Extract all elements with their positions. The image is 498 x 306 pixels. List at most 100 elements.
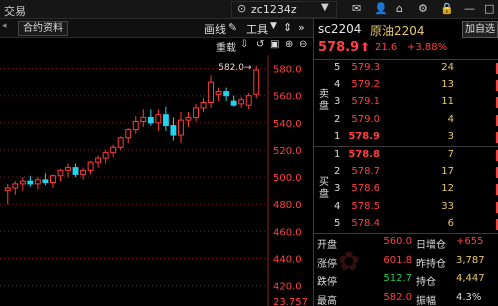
level-price: 578.9: [348, 130, 380, 142]
level-volume: 24: [441, 62, 454, 73]
stat-value: 4,447: [456, 273, 485, 284]
candle-body: [117, 137, 124, 148]
level-index: 4: [334, 79, 341, 91]
zoom-in-icon[interactable]: ⊕: [285, 39, 293, 50]
level-price: 579.1: [351, 96, 380, 108]
ask-row[interactable]: 5 579.3 24: [314, 60, 498, 77]
level-index: 1: [334, 130, 341, 142]
bid-row[interactable]: 1 578.8 7: [314, 147, 498, 164]
candle-body: [245, 95, 252, 106]
contract-info-tab[interactable]: 合约资料: [18, 21, 68, 36]
ask-row[interactable]: 4 579.2 13: [314, 77, 498, 94]
candle-body: [72, 167, 79, 175]
bid-row[interactable]: 5 578.4 6: [314, 216, 498, 233]
fit-icon[interactable]: ▣: [270, 39, 279, 50]
candle-body: [230, 100, 237, 106]
candle-body: [155, 114, 162, 124]
level-price: 578.4: [351, 217, 380, 229]
menu-trade[interactable]: 交易: [4, 3, 26, 19]
mail-icon[interactable]: ✉: [352, 2, 361, 15]
candle-body: [132, 120, 139, 131]
candle-body: [34, 179, 41, 185]
chart-header-bar: ◂ 合约资料 画线 ✎ 工具 ▼ ⇕ »: [0, 19, 313, 38]
level-volume: 11: [441, 96, 454, 108]
stat-value: 3,787: [456, 254, 485, 266]
stat-value: +655: [456, 236, 484, 247]
tools-dropdown-icon[interactable]: ▼: [270, 21, 277, 31]
minimize-icon[interactable]: —: [464, 2, 475, 15]
candle-body: [238, 99, 245, 105]
tools-button[interactable]: 工具: [246, 21, 268, 37]
candle-body: [87, 161, 94, 171]
expand-icon[interactable]: ⇕: [283, 21, 292, 34]
candle-body: [223, 91, 230, 97]
candle-body: [170, 125, 177, 136]
ask-row[interactable]: 1 578.9 3: [314, 129, 498, 146]
level-index: 2: [334, 166, 341, 178]
bottom-value-label: 23.757: [273, 297, 308, 306]
level-price: 578.5: [351, 200, 380, 212]
candle-body: [200, 101, 207, 109]
level-volume: 33: [441, 200, 454, 212]
add-watchlist-button[interactable]: 加自选: [462, 21, 498, 38]
search-icon[interactable]: ⊙: [237, 2, 246, 15]
chart-annotations: 582.0→: [218, 63, 252, 73]
level-price: 578.8: [348, 149, 380, 160]
stat-label: 跌停: [317, 277, 337, 288]
draw-line-button[interactable]: 画线: [204, 21, 226, 37]
level-volume: 7: [447, 149, 454, 160]
candle-body: [80, 169, 87, 175]
last-price: 578.9: [318, 40, 360, 55]
candle-body: [102, 152, 109, 159]
stat-label: 持仓: [416, 277, 436, 288]
y-tick-label: 420.0: [273, 282, 302, 293]
candle-body: [12, 183, 19, 189]
price-change-pct: +3.88%: [407, 42, 448, 53]
level-index: 4: [334, 200, 341, 212]
ask-row[interactable]: 3 579.1 11: [314, 94, 498, 111]
zoom-out-icon[interactable]: ⊖: [299, 39, 307, 50]
chevron-down-icon[interactable]: ▼: [321, 2, 329, 13]
y-tick-label: 500.0: [273, 173, 302, 184]
settings-icon[interactable]: ⚙: [418, 2, 428, 15]
candle-body: [185, 116, 192, 121]
ask-row[interactable]: 2 579.0 4: [314, 112, 498, 129]
candle-body: [95, 157, 102, 163]
undo-icon[interactable]: ↺: [256, 39, 264, 50]
bid-row[interactable]: 2 578.7 17: [314, 164, 498, 181]
home-icon[interactable]: ⌂: [396, 2, 403, 15]
level-volume: 12: [441, 183, 454, 195]
stat-label: 开盘: [317, 240, 337, 251]
pencil-icon[interactable]: ✎: [228, 21, 237, 34]
level-volume: 4: [447, 113, 454, 125]
level-price: 579.0: [351, 113, 380, 125]
level-index: 3: [334, 96, 341, 108]
level-index: 3: [334, 183, 341, 195]
contract-code: sc2204: [318, 22, 362, 36]
maximize-icon[interactable]: □: [484, 2, 494, 15]
stat-row: 最高 582.0 振幅 4.3%: [314, 290, 498, 306]
stat-label: 振幅: [416, 295, 436, 306]
y-tick-label: 440.0: [273, 255, 302, 266]
back-arrow-icon[interactable]: ◂: [2, 21, 7, 31]
level-index: 5: [334, 62, 341, 73]
search-input[interactable]: zc1234z: [251, 3, 297, 16]
candlestick-chart[interactable]: 580.0 560.0 540.0 520.0 500.0 480.0 460.0 440.0…: [0, 55, 313, 306]
lock-icon[interactable]: 🔒: [440, 2, 454, 15]
stat-label: 最高: [317, 295, 337, 306]
reload-button[interactable]: 重载: [216, 39, 236, 54]
level-price: 579.3: [351, 62, 380, 73]
candle-body: [110, 146, 117, 154]
level-price: 579.2: [351, 79, 380, 91]
bid-row[interactable]: 4 578.5 33: [314, 199, 498, 216]
chevron-right-icon[interactable]: »: [298, 21, 305, 34]
candle-body: [162, 114, 169, 127]
level-volume: 6: [447, 217, 454, 229]
candle-body: [27, 180, 34, 185]
level-price: 578.7: [351, 166, 380, 178]
level-index: 5: [334, 217, 341, 229]
download-icon[interactable]: ⇩: [240, 39, 248, 50]
title-bar: 交易 ⊙ zc1234z ▼ ✉ 👤 ⌂ ⚙ 🔒 — □: [0, 0, 498, 19]
person-icon[interactable]: 👤: [374, 2, 388, 15]
bid-row[interactable]: 3 578.6 12: [314, 181, 498, 198]
